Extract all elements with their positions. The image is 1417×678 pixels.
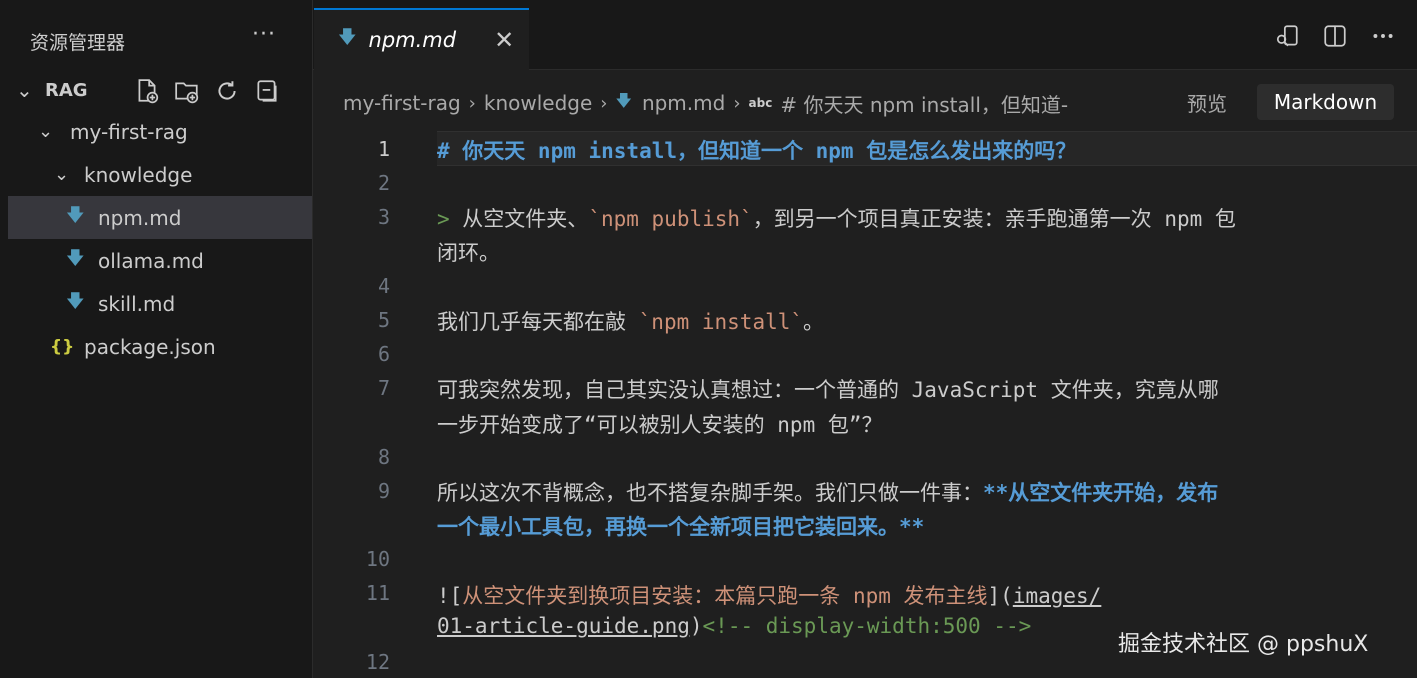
breadcrumb: my-first-rag › knowledge › 🡇 npm.md › ab… <box>343 88 1068 118</box>
markdown-file-icon: 🡇 <box>338 27 357 48</box>
markdown-file-icon: 🡇 <box>66 247 85 269</box>
line-number: 12 <box>365 650 390 674</box>
breadcrumb-item[interactable]: knowledge <box>484 91 592 115</box>
workspace-section-header[interactable]: ⌄ RAG <box>0 72 313 112</box>
markdown-file-icon: 🡇 <box>615 90 632 110</box>
chevron-right-icon: › <box>733 92 741 114</box>
code-line-7-wrap: 一步开始变成了“可以被别人安装的 npm 包”？ <box>437 413 883 437</box>
line-number: 2 <box>377 171 390 195</box>
more-actions-icon[interactable]: ··· <box>252 22 276 47</box>
markdown-file-icon: 🡇 <box>66 204 85 226</box>
breadcrumb-symbol[interactable]: # 你天天 npm install，但知道- <box>780 89 1068 118</box>
line-number: 5 <box>377 308 390 332</box>
code-line-9-wrap: 一个最小工具包，再换一个全新项目把它装回来。** <box>437 515 925 539</box>
line-number: 9 <box>377 479 390 503</box>
new-file-icon[interactable] <box>132 76 162 106</box>
tree-file-package-json[interactable]: {} package.json <box>8 325 312 368</box>
line-number: 11 <box>365 581 390 605</box>
split-editor-icon[interactable] <box>1321 22 1349 50</box>
refresh-icon[interactable] <box>212 76 242 106</box>
chevron-right-icon: › <box>468 92 476 114</box>
workspace-name: RAG <box>45 80 88 101</box>
code-line-1: # 你天天 npm install，但知道一个 npm 包是怎么发出来的吗？ <box>437 139 1077 163</box>
close-icon[interactable]: ✕ <box>494 26 514 54</box>
tree-file-skill-md[interactable]: 🡇 skill.md <box>8 282 312 325</box>
line-number: 8 <box>377 445 390 469</box>
chevron-down-icon: ⌄ <box>54 164 70 185</box>
tree-folder-knowledge[interactable]: ⌄ knowledge <box>8 153 312 196</box>
symbol-string-icon: abc <box>748 96 773 110</box>
line-number: 10 <box>365 547 390 571</box>
tree-folder-my-first-rag[interactable]: ⌄ my-first-rag <box>8 110 312 153</box>
collapse-all-icon[interactable] <box>252 76 282 106</box>
language-mode-button[interactable]: Markdown <box>1257 84 1394 120</box>
preview-button[interactable]: 预览 <box>1170 84 1244 120</box>
code-line-11-wrap: 01-article-guide.png)<!-- display-width:… <box>437 614 1032 638</box>
new-folder-icon[interactable] <box>172 76 202 106</box>
code-line-7: 可我突然发现，自己其实没认真想过：一个普通的 JavaScript 文件夹，究竟… <box>437 378 1219 402</box>
code-line-5: 我们几乎每天都在敲 `npm install`。 <box>437 310 825 334</box>
tab-npm-md[interactable]: 🡇 npm.md ✕ <box>314 8 529 70</box>
line-number: 4 <box>377 274 390 298</box>
open-preview-to-side-icon[interactable] <box>1273 22 1301 50</box>
markdown-file-icon: 🡇 <box>66 290 85 312</box>
line-number: 7 <box>377 376 390 400</box>
code-line-3: > 从空文件夹、`npm publish`，到另一个项目真正安装：亲手跑通第一次… <box>437 207 1236 231</box>
explorer-sidebar: 资源管理器 ··· ⌄ RAG ⌄ my-first-rag ⌄ knowled… <box>0 0 313 678</box>
code-line-11: ![从空文件夹到换项目安装：本篇只跑一条 npm 发布主线](images/ <box>437 584 1102 608</box>
chevron-right-icon: › <box>600 92 608 114</box>
code-line-9: 所以这次不背概念，也不搭复杂脚手架。我们只做一件事：**从空文件夹开始，发布 <box>437 481 1219 505</box>
tree-file-ollama-md[interactable]: 🡇 ollama.md <box>8 239 312 282</box>
explorer-title: 资源管理器 <box>30 32 126 54</box>
chevron-down-icon: ⌄ <box>16 78 33 102</box>
breadcrumb-item[interactable]: my-first-rag <box>343 91 461 115</box>
breadcrumb-item[interactable]: npm.md <box>642 91 725 115</box>
json-file-icon: {} <box>50 336 75 357</box>
chevron-down-icon: ⌄ <box>38 121 54 142</box>
editor-tab-bar: 🡇 npm.md ✕ <box>313 0 1417 70</box>
line-number: 3 <box>377 205 390 229</box>
line-number: 6 <box>377 342 390 366</box>
watermark: 掘金技术社区 @ ppshuX <box>1118 632 1369 657</box>
code-line-3-wrap: 闭环。 <box>437 241 500 265</box>
line-number: 1 <box>377 137 390 161</box>
more-actions-icon[interactable] <box>1369 22 1397 50</box>
tree-file-npm-md[interactable]: 🡇 npm.md <box>8 196 312 239</box>
